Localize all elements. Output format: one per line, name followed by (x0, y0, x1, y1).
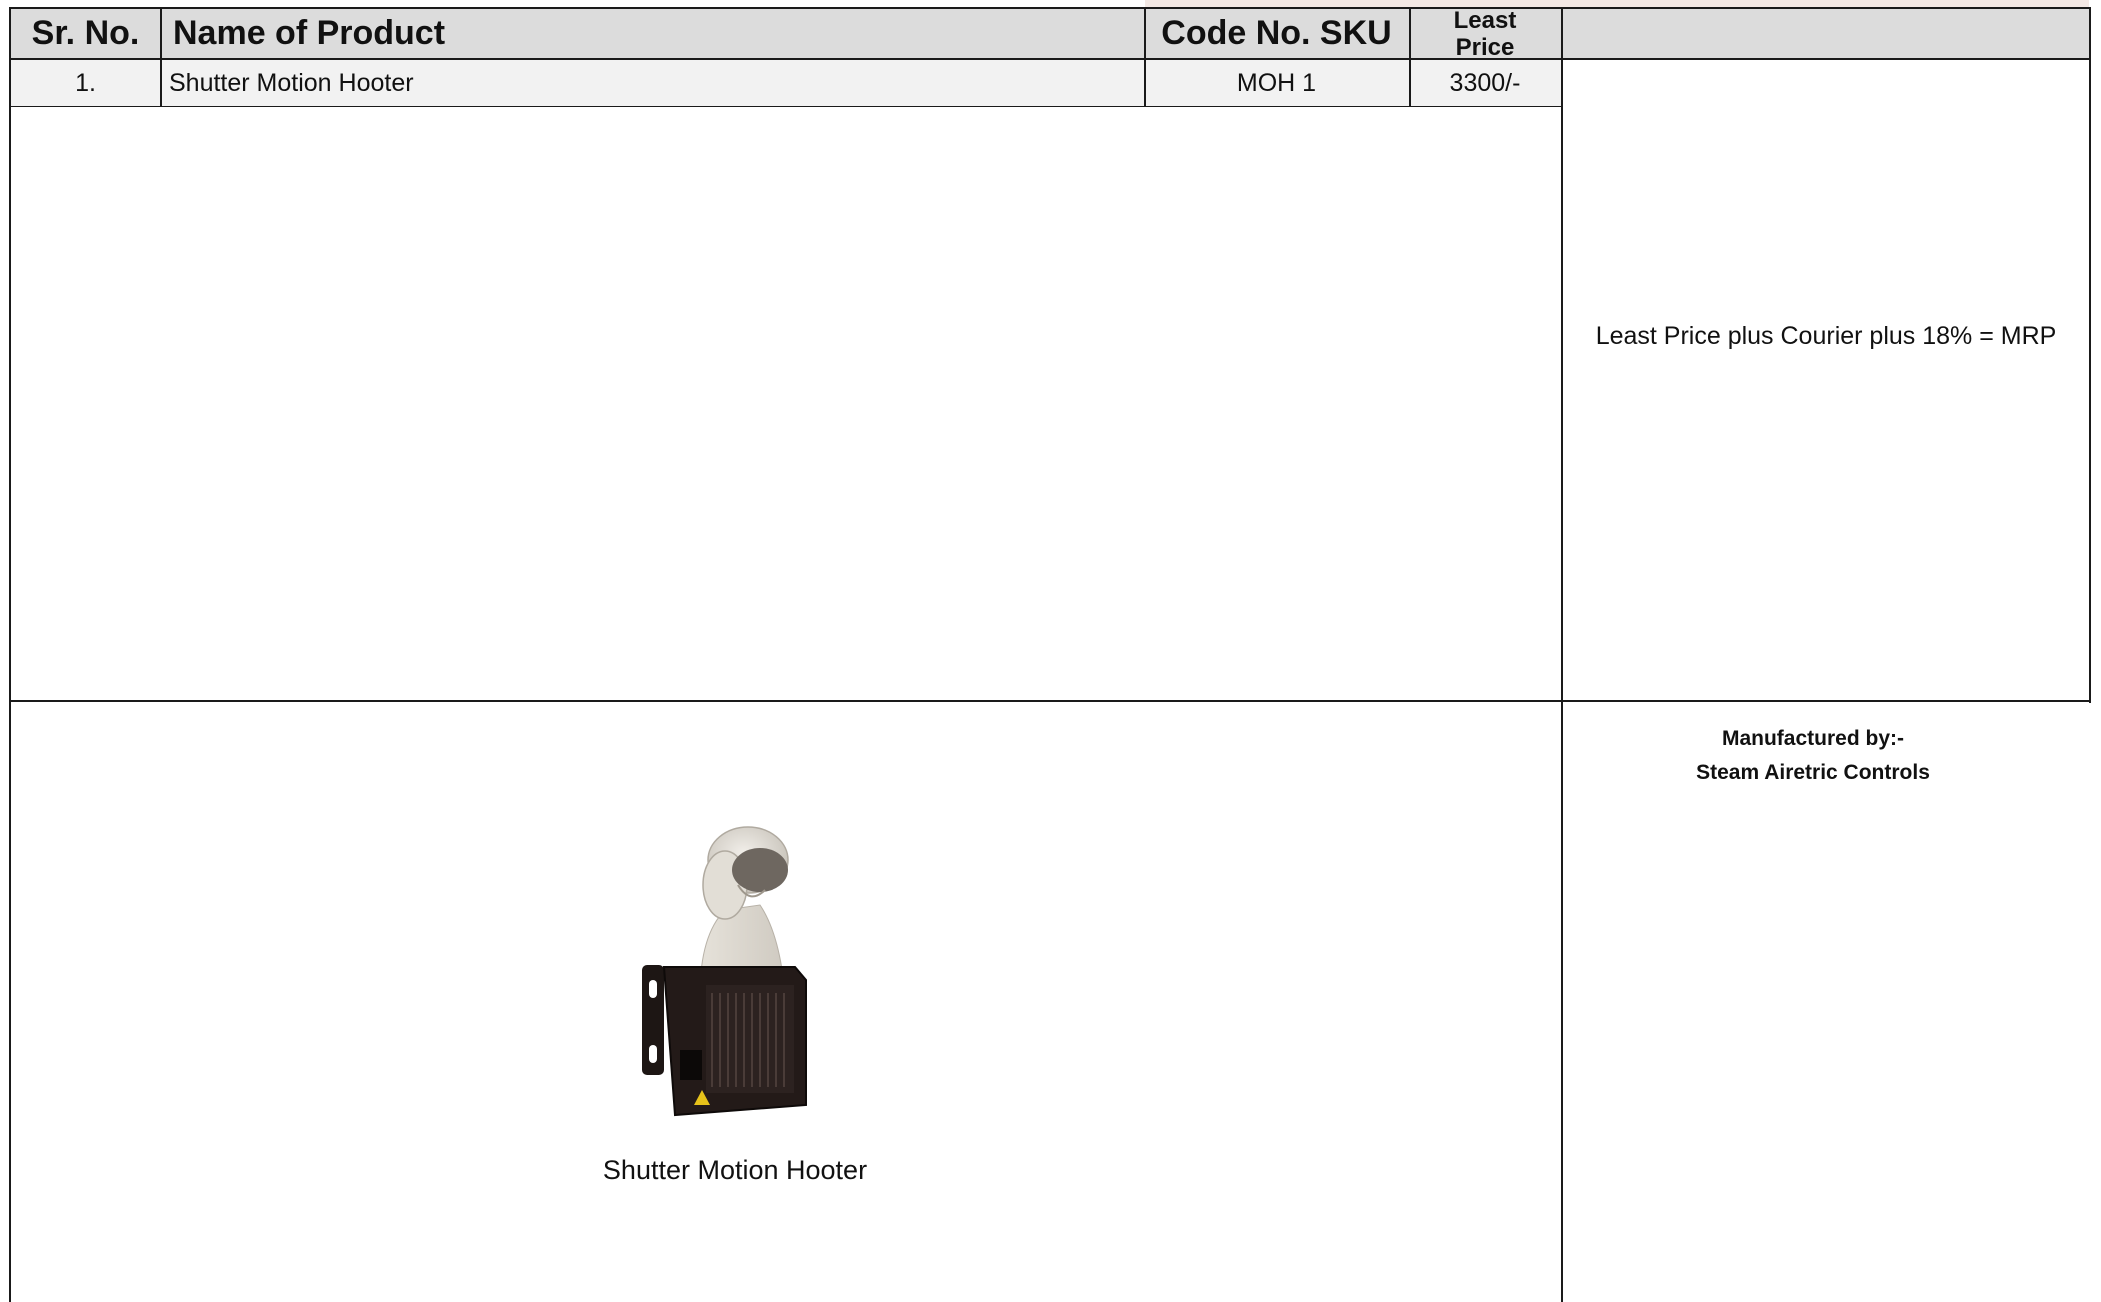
row-product-name: Shutter Motion Hooter (169, 69, 414, 97)
manufacturer-label: Manufactured by:- (1721, 727, 1904, 750)
header-least-price: Least Price (1410, 6, 1560, 61)
col-divider (1561, 7, 1563, 1302)
product-image (630, 815, 870, 1135)
row-sr-no: 1. (75, 69, 96, 97)
header-least-price-line2: Price (1455, 33, 1515, 61)
manufacturer-block: Manufactured by:- Steam Airetric Control… (1563, 722, 2063, 790)
col-divider (1144, 7, 1146, 107)
row-least-price: 3300/- (1449, 69, 1521, 97)
col-divider (1409, 7, 1411, 107)
table-left-border (9, 7, 11, 1302)
col-divider (160, 7, 162, 107)
row-code-sku: MOH 1 (1236, 69, 1317, 97)
pricing-note: Least Price plus Courier plus 18% = MRP (1595, 321, 2057, 350)
header-least-price-line1: Least (1453, 6, 1517, 34)
top-edge-strip (1145, 0, 2089, 7)
header-sr-no: Sr. No. (31, 14, 140, 52)
table-right-border (2089, 7, 2091, 703)
header-code-sku: Code No. SKU (1161, 14, 1392, 52)
product-image-caption: Shutter Motion Hooter (602, 1154, 868, 1185)
motion-sensor-hooter-image (642, 826, 807, 1117)
manufacturer-name: Steam Airetric Controls (1696, 761, 1930, 784)
header-product-name: Name of Product (173, 14, 446, 52)
section-divider (9, 700, 2091, 702)
